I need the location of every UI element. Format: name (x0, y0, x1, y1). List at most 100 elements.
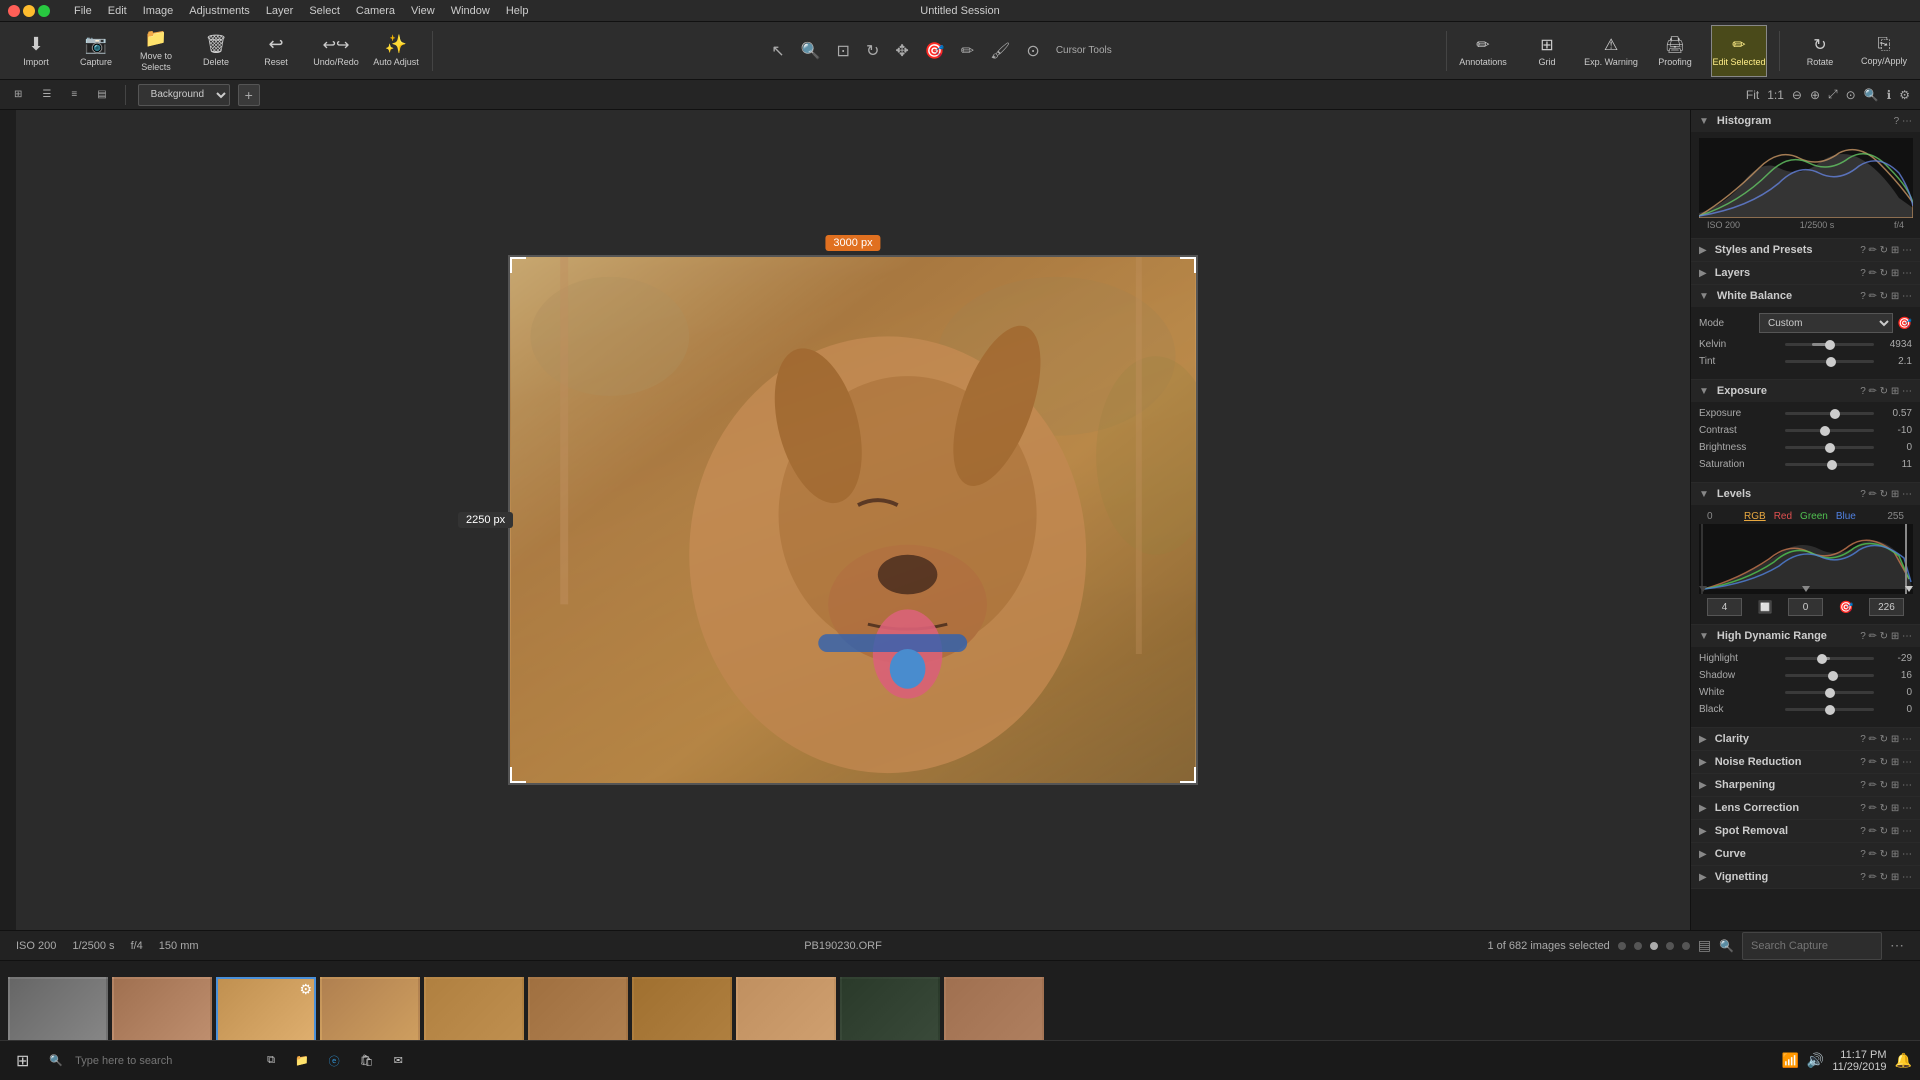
menu-camera[interactable]: Camera (356, 5, 395, 17)
reset-button[interactable]: ↩ Reset (248, 25, 304, 77)
crop-handle-tr[interactable] (1180, 257, 1196, 273)
search-button[interactable]: 🔍 (41, 1045, 255, 1077)
levels-tab-rgb[interactable]: RGB (1744, 511, 1766, 522)
more-options-icon[interactable]: ⋯ (1890, 937, 1904, 954)
focus-button[interactable]: ⊙ (1844, 86, 1858, 104)
exposure-header[interactable]: ▼ Exposure ? ✏ ↻ ⊞ ⋯ (1691, 380, 1920, 402)
settings-button[interactable]: ⚙ (1897, 86, 1912, 104)
cursor-tool-pen[interactable]: ✏ (957, 37, 978, 65)
info-button[interactable]: ℹ (1885, 86, 1894, 104)
menu-adjustments[interactable]: Adjustments (189, 5, 250, 17)
exp-warning-button[interactable]: ⚠ Exp. Warning (1583, 25, 1639, 77)
full-screen-button[interactable]: ⤢ (1826, 85, 1840, 104)
levels-tab-blue[interactable]: Blue (1836, 511, 1856, 522)
highlight-track[interactable] (1785, 657, 1874, 660)
wb-tint-track[interactable] (1785, 360, 1874, 363)
view-mode-detail[interactable]: ≡ (65, 87, 83, 102)
auto-adjust-button[interactable]: ✨ Auto Adjust (368, 25, 424, 77)
windows-start-button[interactable]: ⊞ (8, 1045, 37, 1077)
dot-1[interactable] (1618, 942, 1626, 950)
crop-handle-tl[interactable] (510, 257, 526, 273)
zoom-1x-button[interactable]: 1:1 (1765, 86, 1786, 104)
minimize-window-btn[interactable] (23, 5, 35, 17)
maximize-window-btn[interactable] (38, 5, 50, 17)
cursor-tool-crop[interactable]: ⊡ (833, 37, 854, 65)
hdr-header[interactable]: ▼ High Dynamic Range ? ✏ ↻ ⊞ ⋯ (1691, 625, 1920, 647)
menu-image[interactable]: Image (143, 5, 174, 17)
network-icon[interactable]: 📶 (1781, 1052, 1798, 1069)
spot-removal-header[interactable]: ▶ Spot Removal ? ✏ ↻ ⊞ ⋯ (1691, 820, 1920, 842)
annotations-button[interactable]: ✏ Annotations (1455, 25, 1511, 77)
menu-layer[interactable]: Layer (266, 5, 294, 17)
taskbar-search-input[interactable] (67, 1047, 247, 1075)
capture-button[interactable]: 📷 Capture (68, 25, 124, 77)
wb-mode-select[interactable]: Custom (1759, 313, 1893, 333)
levels-tab-red[interactable]: Red (1774, 511, 1792, 522)
cursor-tool-clone[interactable]: ⊙ (1022, 37, 1043, 65)
histogram-header[interactable]: ▼ Histogram ? ⋯ (1691, 110, 1920, 132)
exposure-track[interactable] (1785, 412, 1874, 415)
cursor-tool-zoom[interactable]: 🔍 (797, 37, 825, 65)
styles-presets-header[interactable]: ▶ Styles and Presets ? ✏ ↻ ⊞ ⋯ (1691, 239, 1920, 261)
cursor-tool-eyedropper[interactable]: 🎯 (921, 37, 949, 65)
curve-header[interactable]: ▶ Curve ? ✏ ↻ ⊞ ⋯ (1691, 843, 1920, 865)
shadow-track[interactable] (1785, 674, 1874, 677)
levels-tab-green[interactable]: Green (1800, 511, 1828, 522)
volume-icon[interactable]: 🔊 (1807, 1052, 1824, 1069)
edit-selected-button[interactable]: ✏ Edit Selected (1711, 25, 1767, 77)
grid-button[interactable]: ⊞ Grid (1519, 25, 1575, 77)
levels-input-min[interactable] (1707, 598, 1742, 616)
lens-correction-header[interactable]: ▶ Lens Correction ? ✏ ↻ ⊞ ⋯ (1691, 797, 1920, 819)
saturation-track[interactable] (1785, 463, 1874, 466)
copy-apply-button[interactable]: ⎘ Copy/Apply (1856, 25, 1912, 77)
cursor-tool-move[interactable]: ✥ (891, 37, 912, 65)
edge-button[interactable]: ⓔ (321, 1045, 348, 1077)
canvas-area[interactable]: 3000 px (16, 110, 1690, 930)
levels-input-max[interactable] (1869, 598, 1904, 616)
menu-view[interactable]: View (411, 5, 435, 17)
noise-reduction-header[interactable]: ▶ Noise Reduction ? ✏ ↻ ⊞ ⋯ (1691, 751, 1920, 773)
clarity-header[interactable]: ▶ Clarity ? ✏ ↻ ⊞ ⋯ (1691, 728, 1920, 750)
white-track[interactable] (1785, 691, 1874, 694)
white-balance-header[interactable]: ▼ White Balance ? ✏ ↻ ⊞ ⋯ (1691, 285, 1920, 307)
rotate-button[interactable]: ↻ Rotate (1792, 25, 1848, 77)
file-explorer-button[interactable]: 📁 (287, 1045, 317, 1077)
menu-window[interactable]: Window (451, 5, 490, 17)
move-to-selects-button[interactable]: 📁 Move to Selects (128, 25, 184, 77)
dot-4[interactable] (1666, 942, 1674, 950)
import-button[interactable]: ⬇ Import (8, 25, 64, 77)
zoom-out-button[interactable]: ⊖ (1790, 86, 1804, 104)
dot-3[interactable] (1650, 942, 1658, 950)
task-view-button[interactable]: ⧉ (259, 1045, 283, 1077)
vignetting-header[interactable]: ▶ Vignetting ? ✏ ↻ ⊞ ⋯ (1691, 866, 1920, 888)
filmstrip-toggle[interactable]: ▤ (1698, 937, 1711, 954)
view-mode-list[interactable]: ☰ (36, 87, 57, 102)
loupe-button[interactable]: 🔍 (1862, 86, 1881, 104)
mail-button[interactable]: ✉ (386, 1045, 411, 1077)
view-mode-filmstrip[interactable]: ▤ (91, 87, 112, 102)
search-input[interactable] (1742, 932, 1882, 960)
add-layer-button[interactable]: + (238, 84, 260, 106)
proofing-button[interactable]: 🖨 Proofing (1647, 25, 1703, 77)
levels-eyedropper-black[interactable]: 🔲 (1758, 600, 1773, 614)
view-mode-grid[interactable]: ⊞ (8, 87, 28, 102)
cursor-tool-arrow[interactable]: ↖ (767, 37, 788, 65)
menu-help[interactable]: Help (506, 5, 529, 17)
brightness-track[interactable] (1785, 446, 1874, 449)
system-clock[interactable]: 11:17 PM 11/29/2019 (1832, 1049, 1886, 1073)
main-image[interactable] (508, 255, 1198, 785)
notification-icon[interactable]: 🔔 (1895, 1052, 1912, 1069)
cursor-tool-brush[interactable]: 🖌 (986, 37, 1014, 65)
menu-select[interactable]: Select (309, 5, 340, 17)
menu-file[interactable]: File (74, 5, 92, 17)
zoom-in-button[interactable]: ⊕ (1808, 86, 1822, 104)
wb-eyedropper-button[interactable]: 🎯 (1897, 316, 1912, 330)
contrast-track[interactable] (1785, 429, 1874, 432)
undo-redo-button[interactable]: ↩↪ Undo/Redo (308, 25, 364, 77)
levels-eyedropper-white[interactable]: 🎯 (1839, 600, 1854, 614)
cursor-tool-rotate[interactable]: ↻ (862, 37, 883, 65)
close-window-btn[interactable] (8, 5, 20, 17)
crop-handle-br[interactable] (1180, 767, 1196, 783)
wb-kelvin-track[interactable] (1785, 343, 1874, 346)
sharpening-header[interactable]: ▶ Sharpening ? ✏ ↻ ⊞ ⋯ (1691, 774, 1920, 796)
